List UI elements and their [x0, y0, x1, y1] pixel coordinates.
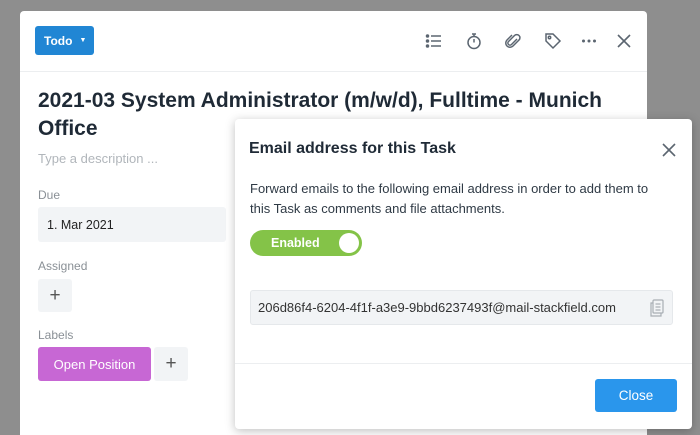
add-label-button[interactable]: +	[154, 347, 188, 381]
close-button[interactable]: Close	[595, 379, 677, 412]
plus-icon: +	[49, 284, 61, 306]
dialog-title: Email address for this Task	[249, 140, 456, 157]
due-date-field[interactable]: 1. Mar 2021	[38, 207, 226, 242]
close-icon[interactable]	[660, 141, 678, 159]
status-label: Todo	[44, 33, 73, 48]
description-placeholder[interactable]: Type a description ...	[38, 151, 158, 166]
task-email-field[interactable]: 206d86f4-6204-4f1f-a3e9-9bbd6237493f@mai…	[250, 290, 673, 325]
label-chip[interactable]: Open Position	[38, 347, 151, 381]
toggle-knob	[339, 233, 359, 253]
status-dropdown-button[interactable]: Todo ▼	[35, 26, 94, 55]
close-icon[interactable]	[613, 30, 635, 52]
labels-label: Labels	[38, 328, 74, 342]
plus-icon: +	[165, 353, 177, 374]
list-icon[interactable]	[423, 30, 445, 52]
stopwatch-icon[interactable]	[463, 30, 485, 52]
add-assignee-button[interactable]: +	[38, 279, 72, 312]
assigned-label: Assigned	[38, 259, 88, 273]
due-label: Due	[38, 188, 61, 202]
email-address-dialog: Email address for this Task Forward emai…	[235, 119, 692, 429]
enabled-toggle[interactable]: Enabled	[250, 230, 362, 256]
tag-icon[interactable]	[542, 30, 564, 52]
copy-icon[interactable]	[649, 299, 665, 317]
more-icon[interactable]	[578, 30, 600, 52]
dialog-description: Forward emails to the following email ad…	[250, 181, 649, 216]
paperclip-icon[interactable]	[502, 30, 524, 52]
dialog-divider	[235, 363, 692, 364]
chevron-down-icon: ▼	[79, 37, 87, 44]
task-email-address: 206d86f4-6204-4f1f-a3e9-9bbd6237493f@mai…	[258, 300, 616, 315]
toggle-label: Enabled	[271, 236, 320, 250]
task-header: Todo ▼	[20, 11, 647, 72]
